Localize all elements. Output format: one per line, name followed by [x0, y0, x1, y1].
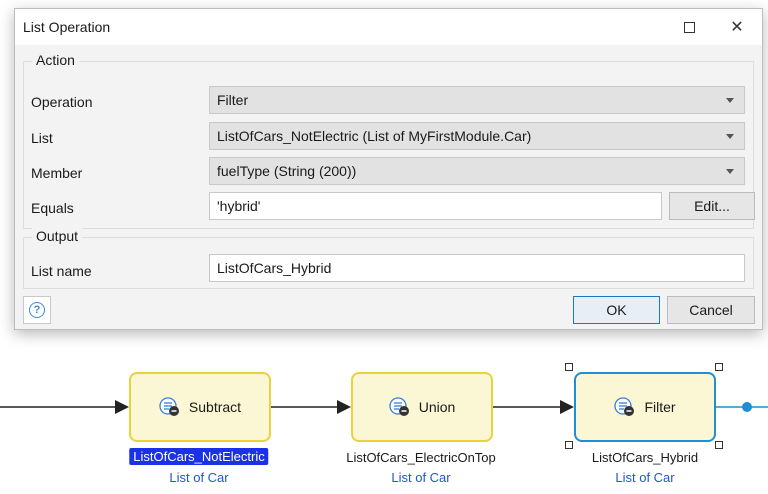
operation-label: Operation [31, 94, 93, 110]
dialog-title: List Operation [23, 19, 111, 35]
maximize-icon [683, 21, 695, 33]
cancel-button[interactable]: Cancel [667, 296, 755, 324]
list-select[interactable]: ListOfCars_NotElectric (List of MyFirstM… [209, 122, 745, 150]
chevron-down-icon [726, 98, 734, 103]
activity-union[interactable]: Union [351, 372, 493, 442]
chevron-down-icon [726, 169, 734, 174]
edit-button[interactable]: Edit... [669, 192, 755, 220]
output-group: Output List name ListOfCars_Hybrid [23, 228, 754, 289]
activity-filter[interactable]: Filter [574, 372, 716, 442]
list-label: List [31, 130, 53, 146]
action-group-label: Action [32, 52, 79, 68]
activity-subtract[interactable]: Subtract [129, 372, 271, 442]
output-group-label: Output [32, 228, 83, 244]
close-icon: ✕ [730, 19, 744, 36]
equals-field[interactable]: 'hybrid' [209, 192, 662, 220]
ok-button[interactable]: OK [573, 296, 660, 324]
equals-label: Equals [31, 200, 74, 216]
list-name-field[interactable]: ListOfCars_Hybrid [209, 254, 745, 282]
list-name-value: ListOfCars_Hybrid [217, 260, 332, 276]
operation-value: Filter [217, 92, 249, 108]
equals-value: 'hybrid' [217, 198, 261, 214]
member-select[interactable]: fuelType (String (200)) [209, 157, 745, 185]
title-bar: List Operation ✕ [15, 9, 762, 45]
selection-handle[interactable] [715, 441, 723, 449]
output-variable-type: List of Car [169, 470, 229, 485]
list-name-label: List name [31, 263, 92, 279]
maximize-button[interactable] [666, 9, 712, 45]
close-button[interactable]: ✕ [714, 9, 760, 45]
output-variable-type: List of Car [391, 470, 451, 485]
activity-label: Filter [644, 399, 676, 415]
question-circle-icon: ? [29, 302, 45, 318]
member-value: fuelType (String (200)) [217, 163, 357, 179]
member-label: Member [31, 165, 83, 181]
selection-handle[interactable] [565, 363, 573, 371]
selection-handle[interactable] [715, 363, 723, 371]
list-value: ListOfCars_NotElectric (List of MyFirstM… [217, 128, 532, 144]
list-operation-dialog: List Operation ✕ Action Operation Filter… [14, 8, 763, 330]
activity-label: Union [418, 399, 456, 415]
operation-select[interactable]: Filter [209, 86, 745, 114]
output-variable-name[interactable]: ListOfCars_ElectricOnTop [346, 450, 496, 465]
list-operation-icon [159, 397, 179, 416]
activity-label: Subtract [188, 399, 242, 415]
help-button[interactable]: ? [23, 296, 51, 324]
output-variable-name[interactable]: ListOfCars_NotElectric [129, 448, 269, 465]
selection-handle[interactable] [565, 441, 573, 449]
action-group: Action Operation Filter List ListOfCars_… [23, 52, 755, 229]
list-operation-icon [389, 397, 409, 416]
output-variable-type: List of Car [615, 470, 675, 485]
output-variable-name[interactable]: ListOfCars_Hybrid [592, 450, 698, 465]
chevron-down-icon [726, 134, 734, 139]
list-operation-icon [614, 397, 635, 416]
